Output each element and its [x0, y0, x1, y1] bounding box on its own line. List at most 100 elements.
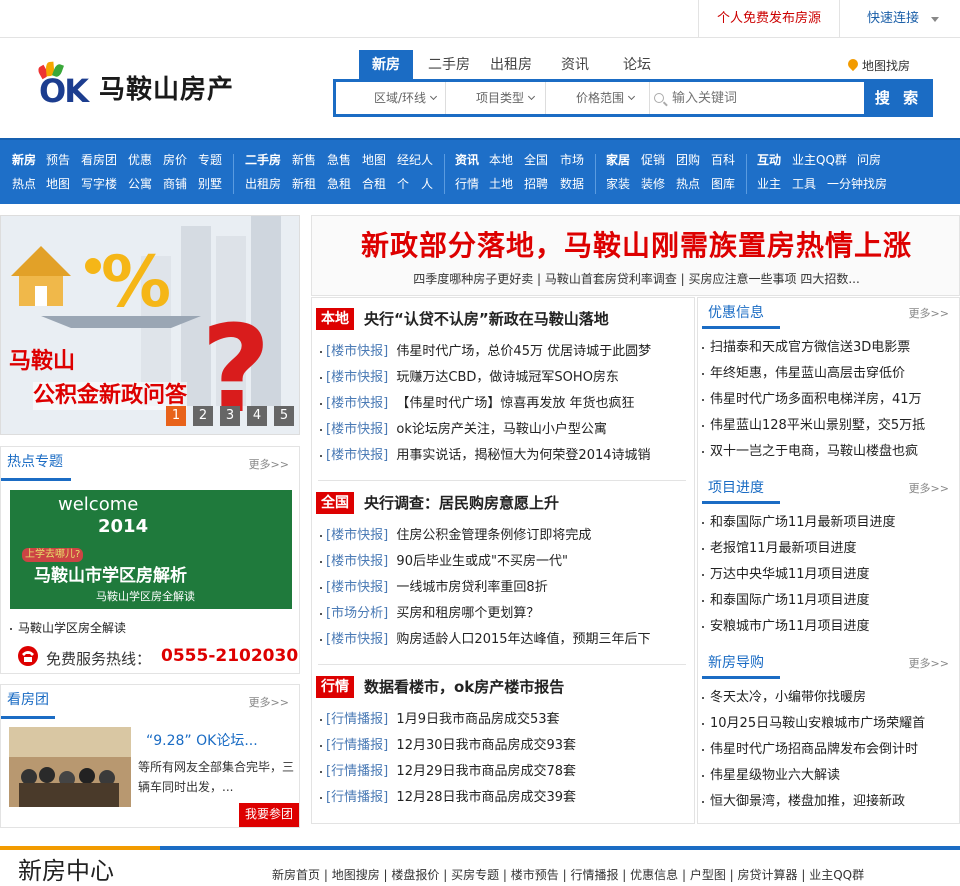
nav-jobs[interactable]: 招聘: [524, 172, 548, 196]
footer-link[interactable]: 户型图: [690, 868, 726, 882]
footer-link[interactable]: 房贷计算器: [738, 868, 798, 882]
site-logo[interactable]: OK 马鞍山房产: [36, 60, 257, 107]
list-item[interactable]: 冬天太冷，小编带你找暖房: [702, 690, 866, 706]
list-item[interactable]: 老报馆11月最新项目进度: [702, 541, 857, 557]
nav-wiki[interactable]: 百科: [711, 148, 735, 172]
banner-page-1[interactable]: 1: [166, 406, 186, 426]
tab-second-hand[interactable]: 二手房: [423, 50, 475, 80]
list-item[interactable]: [楼市快报] 【伟星时代广场】惊喜再发放 年货也疯狂: [320, 396, 635, 412]
footer-link[interactable]: 买房专题: [451, 868, 499, 882]
nav-shop[interactable]: 商铺: [163, 172, 187, 196]
nav-news[interactable]: 资讯: [455, 148, 479, 172]
list-item[interactable]: 恒大御景湾，楼盘加推，迎接新政: [702, 794, 905, 810]
nav-promo[interactable]: 促销: [641, 148, 665, 172]
nav-home[interactable]: 家居: [606, 148, 630, 172]
list-item[interactable]: 伟星时代广场招商品牌发布会倒计时: [702, 742, 918, 758]
nav-villa[interactable]: 别墅: [198, 172, 222, 196]
list-item[interactable]: 伟星蓝山128平米山景别墅，交5万抵: [702, 418, 925, 434]
tab-news[interactable]: 资讯: [555, 50, 595, 80]
list-item[interactable]: [楼市快报] 住房公积金管理条例修订即将完成: [320, 528, 591, 544]
list-item[interactable]: 双十一岂之于电商，马鞍山楼盘也疯: [702, 444, 918, 460]
school-district-image[interactable]: welcome 2014 上学去哪儿? 马鞍山市学区房解析 马鞍山学区房全解读: [10, 490, 292, 609]
section-title[interactable]: 央行调查：居民购房意愿上升: [364, 492, 559, 514]
section-title[interactable]: 数据看楼市，ok房产楼市报告: [364, 676, 564, 698]
footer-link[interactable]: 优惠信息: [630, 868, 678, 882]
list-item[interactable]: [楼市快报] ok论坛房产关注，马鞍山小户型公寓: [320, 422, 607, 438]
nav-apartment[interactable]: 公寓: [128, 172, 152, 196]
nav-discount[interactable]: 优惠: [128, 148, 152, 172]
list-item[interactable]: [楼市快报] 伟星时代广场，总价45万 优居诗城于此圆梦: [320, 344, 651, 360]
nav-new-house[interactable]: 新房: [12, 148, 36, 172]
list-item[interactable]: 伟星时代广场多面积电梯洋房，41万: [702, 392, 922, 408]
house-tour-more[interactable]: 更多>>: [249, 694, 289, 710]
nav-ask[interactable]: 问房: [857, 148, 881, 172]
nav-local[interactable]: 本地: [489, 148, 513, 172]
nav-land[interactable]: 土地: [489, 172, 513, 196]
nav-urgent-sale[interactable]: 急售: [327, 148, 351, 172]
nav-new-rent[interactable]: 新租: [292, 172, 316, 196]
progress-more[interactable]: 更多>>: [909, 480, 949, 496]
nav-agent[interactable]: 经纪人: [397, 148, 433, 172]
discount-more[interactable]: 更多>>: [909, 305, 949, 321]
list-item[interactable]: [楼市快报] 一线城市房贷利率重回8折: [320, 580, 548, 596]
list-item[interactable]: [行情播报] 12月30日我市商品房成交93套: [320, 738, 576, 754]
tour-photo[interactable]: [9, 727, 131, 807]
nav-owner[interactable]: 业主: [757, 172, 781, 196]
search-input[interactable]: [650, 82, 864, 114]
nav-tour[interactable]: 看房团: [81, 148, 117, 172]
nav-hot[interactable]: 热点: [12, 172, 36, 196]
footer-link[interactable]: 地图搜房: [332, 868, 380, 882]
buying-guide-more[interactable]: 更多>>: [909, 655, 949, 671]
tab-rental[interactable]: 出租房: [485, 50, 537, 80]
list-item[interactable]: 万达中央华城11月项目进度: [702, 567, 870, 583]
list-item[interactable]: [楼市快报] 玩赚万达CBD，做诗城冠军SOHO房东: [320, 370, 619, 386]
nav-interact[interactable]: 互动: [757, 148, 781, 172]
footer-link[interactable]: 新房首页: [272, 868, 320, 882]
quick-links-dropdown[interactable]: 快速连接: [840, 0, 960, 38]
nav-individual-2[interactable]: 人: [421, 172, 433, 196]
nav-trend[interactable]: 行情: [455, 172, 479, 196]
project-type-select[interactable]: 项目类型: [446, 82, 546, 114]
tour-headline[interactable]: “9.28” OK论坛...: [146, 730, 258, 750]
hot-topic-item[interactable]: 马鞍山学区房全解读: [10, 619, 126, 636]
nav-second-hand[interactable]: 二手房: [245, 148, 281, 172]
nav-map-2[interactable]: 地图: [46, 172, 70, 196]
footer-link[interactable]: 楼盘报价: [391, 868, 439, 882]
nav-preview[interactable]: 预告: [46, 148, 70, 172]
nav-shared-rent[interactable]: 合租: [362, 172, 386, 196]
banner-page-3[interactable]: 3: [220, 406, 240, 426]
nav-gallery[interactable]: 图库: [711, 172, 735, 196]
hot-topics-more[interactable]: 更多>>: [249, 456, 289, 472]
list-item[interactable]: [楼市快报] 用事实说话，揭秘恒大为何荣登2014诗城销: [320, 448, 651, 464]
nav-office[interactable]: 写字楼: [81, 172, 117, 196]
nav-rental[interactable]: 出租房: [245, 172, 281, 196]
banner-page-5[interactable]: 5: [274, 406, 294, 426]
nav-market[interactable]: 市场: [560, 148, 584, 172]
tab-new-house[interactable]: 新房: [359, 50, 413, 80]
banner-page-4[interactable]: 4: [247, 406, 267, 426]
publish-listing-link[interactable]: 个人免费发布房源: [698, 0, 840, 38]
banner-page-2[interactable]: 2: [193, 406, 213, 426]
nav-national[interactable]: 全国: [524, 148, 548, 172]
footer-link[interactable]: 行情播报: [570, 868, 618, 882]
nav-urgent-rent[interactable]: 急租: [327, 172, 351, 196]
promo-banner[interactable]: % ? 马鞍山 公积金新政问答 1 2 3 4 5: [0, 215, 300, 435]
nav-price[interactable]: 房价: [163, 148, 187, 172]
nav-qq-group[interactable]: 业主QQ群: [792, 148, 847, 172]
nav-topics[interactable]: 专题: [198, 148, 222, 172]
section-title[interactable]: 央行“认贷不认房”新政在马鞍山落地: [364, 308, 609, 330]
list-item[interactable]: 10月25日马鞍山安粮城市广场荣耀首: [702, 716, 925, 732]
nav-quick-find[interactable]: 一分钟找房: [827, 172, 887, 196]
list-item[interactable]: 年终矩惠，伟星蓝山高层击穿低价: [702, 366, 905, 382]
list-item[interactable]: [市场分析] 买房和租房哪个更划算？: [320, 606, 539, 622]
nav-tools[interactable]: 工具: [792, 172, 816, 196]
map-search-link[interactable]: 地图找房: [845, 56, 910, 74]
district-select[interactable]: 区域/环线: [336, 82, 446, 114]
footer-link[interactable]: 楼市预告: [511, 868, 559, 882]
nav-renovation[interactable]: 装修: [641, 172, 665, 196]
footer-link[interactable]: 业主QQ群: [809, 868, 864, 882]
nav-individual-1[interactable]: 个: [397, 172, 409, 196]
list-item[interactable]: [楼市快报] 购房适龄人口2015年达峰值，预期三年后下: [320, 632, 651, 648]
nav-groupbuy[interactable]: 团购: [676, 148, 700, 172]
headline-title[interactable]: 新政部分落地，马鞍山刚需族置房热情上涨: [312, 228, 960, 264]
